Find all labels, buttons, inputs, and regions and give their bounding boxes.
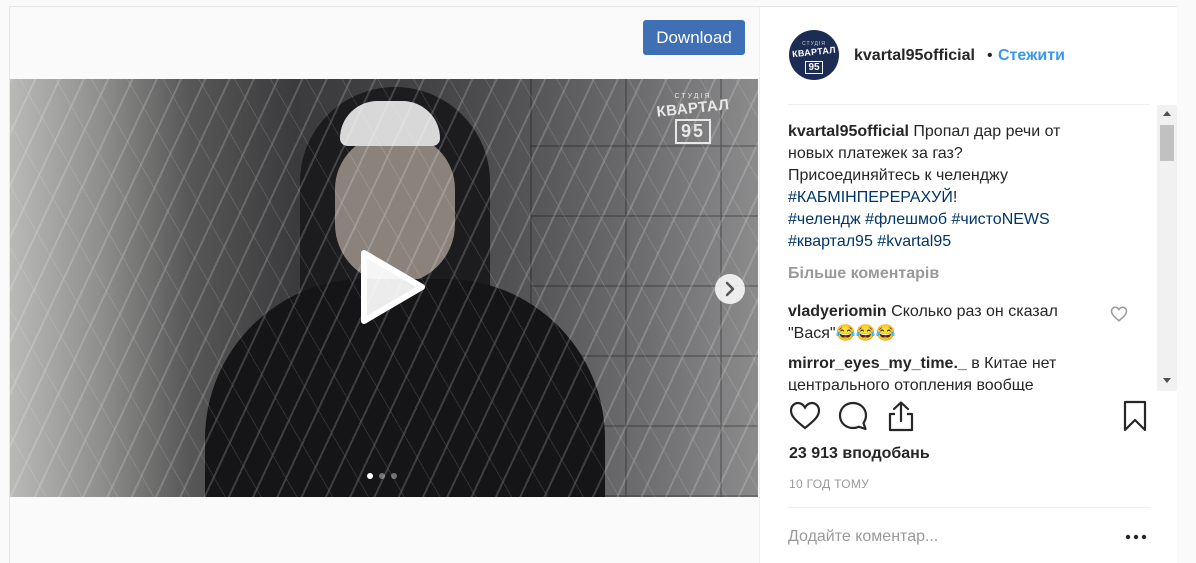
post-timestamp[interactable]: 10 ГОД ТОМУ xyxy=(789,477,869,491)
heart-icon[interactable] xyxy=(788,399,822,433)
comment-text-line-2: центрального отопления вообще xyxy=(788,377,1034,391)
hashtag-link[interactable]: #КАБМІНПЕРЕРАХУЙ xyxy=(788,189,953,206)
header-separator: • xyxy=(987,47,993,64)
carousel-dot-2[interactable] xyxy=(379,473,385,479)
scrollbar-thumb[interactable] xyxy=(1160,125,1174,161)
scroll-down-arrow-icon[interactable] xyxy=(1157,371,1177,389)
hashtag-link[interactable]: #челендж xyxy=(788,211,861,228)
list-item: vladyeriomin Сколько раз он сказал "Вася… xyxy=(788,301,1108,345)
follow-button[interactable]: Стежити xyxy=(998,47,1065,65)
play-icon[interactable] xyxy=(350,247,430,327)
logo-number-text: 95 xyxy=(674,119,712,144)
comments-scrollbar[interactable] xyxy=(1157,105,1177,391)
caption-username-link[interactable]: kvartal95official xyxy=(788,123,909,140)
comment-input[interactable] xyxy=(788,525,1108,549)
carousel-dot-1[interactable] xyxy=(367,473,373,479)
comment-like-heart-icon[interactable] xyxy=(1110,305,1128,323)
carousel-dot-3[interactable] xyxy=(391,473,397,479)
chevron-right-icon xyxy=(725,281,735,297)
comment-text-line-2: "Вася"😂😂😂 xyxy=(788,325,896,342)
caption-exclamation: ! xyxy=(952,189,958,206)
comment-icon[interactable] xyxy=(836,399,870,433)
video-player[interactable]: СТУДІЯ КВАРТАЛ 95 xyxy=(10,79,758,497)
share-icon[interactable] xyxy=(884,399,918,433)
action-bar xyxy=(788,399,1150,439)
comment-bar-divider xyxy=(788,507,1150,508)
carousel-next-button[interactable] xyxy=(715,274,745,304)
bookmark-icon[interactable] xyxy=(1118,399,1152,433)
header-username-link[interactable]: kvartal95official xyxy=(854,47,975,65)
post-container: Download СТУДІЯ КВАРТАЛ 95 СТУДІЯ КВАРТА… xyxy=(9,6,1177,563)
comment-text-line-1: в Китае нет xyxy=(971,355,1057,372)
comments-list[interactable]: kvartal95official Пропал дар речи от нов… xyxy=(788,105,1178,391)
list-item: mirror_eyes_my_time._ в Китае нет центра… xyxy=(788,353,1128,391)
carousel-dots xyxy=(367,473,407,483)
post-header: СТУДІЯ КВАРТАЛ 95 kvartal95official • Ст… xyxy=(760,7,1178,104)
avatar[interactable]: СТУДІЯ КВАРТАЛ 95 xyxy=(789,30,839,80)
likes-count[interactable]: 23 913 вподобань xyxy=(789,445,930,463)
hashtag-link[interactable]: #kvartal95 xyxy=(877,233,951,250)
media-column: Download СТУДІЯ КВАРТАЛ 95 xyxy=(10,7,759,563)
caption-text-line-3: Присоединяйтесь к челенджу xyxy=(788,167,1008,184)
comment-username-link[interactable]: mirror_eyes_my_time._ xyxy=(788,355,967,372)
comment-text-line-1: Сколько раз он сказал xyxy=(891,303,1058,320)
download-button[interactable]: Download xyxy=(643,20,745,55)
scroll-up-arrow-icon[interactable] xyxy=(1157,105,1177,123)
hashtag-link[interactable]: #чистоNEWS xyxy=(951,211,1049,228)
avatar-number-text: 95 xyxy=(805,61,823,74)
hashtag-link[interactable]: #флешмоб xyxy=(865,211,947,228)
hashtag-link[interactable]: #квартал95 xyxy=(788,233,873,250)
load-more-comments-link[interactable]: Більше коментарів xyxy=(788,265,939,283)
caption: kvartal95official Пропал дар речи от нов… xyxy=(788,121,1128,253)
caption-text-line-1: Пропал дар речи от xyxy=(913,123,1061,140)
post-side-panel: СТУДІЯ КВАРТАЛ 95 kvartal95official • Ст… xyxy=(759,7,1177,563)
comment-username-link[interactable]: vladyeriomin xyxy=(788,303,887,320)
caption-text-line-2: новых платежек за газ? xyxy=(788,145,963,162)
more-options-icon[interactable] xyxy=(1124,529,1148,545)
kvartal95-watermark-logo: СТУДІЯ КВАРТАЛ 95 xyxy=(655,93,731,159)
